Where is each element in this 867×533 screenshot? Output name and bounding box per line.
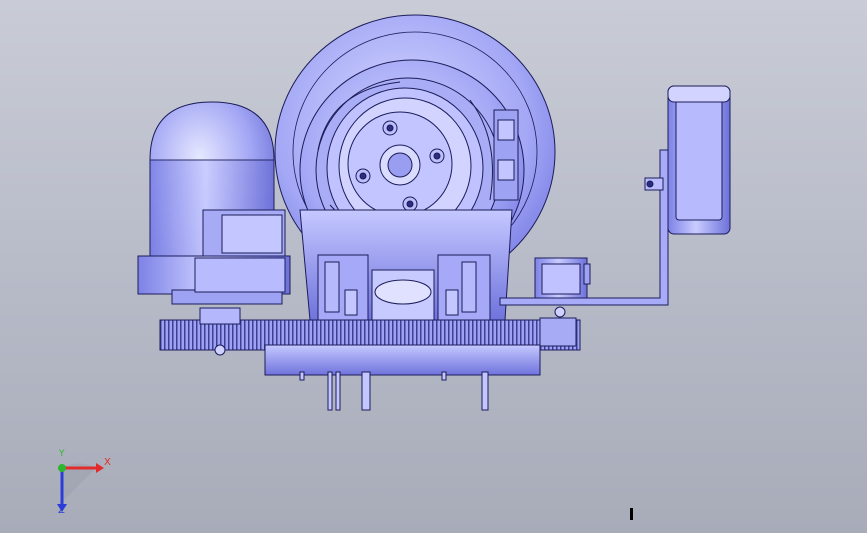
cad-model-assembly[interactable] bbox=[0, 0, 867, 533]
text-cursor-icon bbox=[630, 508, 633, 520]
axis-triad: X Y Z bbox=[40, 448, 120, 518]
motor-unit[interactable] bbox=[137, 101, 291, 305]
control-box[interactable] bbox=[667, 85, 731, 235]
mounting-pins[interactable] bbox=[299, 371, 489, 411]
gearbox-housing[interactable] bbox=[299, 209, 513, 321]
y-axis-dot-icon bbox=[58, 464, 66, 472]
sensor-block[interactable] bbox=[534, 257, 591, 301]
x-axis-label: X bbox=[104, 457, 111, 468]
z-axis-label: Z bbox=[58, 505, 65, 516]
graphics-viewport[interactable]: X Y Z bbox=[0, 0, 867, 533]
y-axis-label: Y bbox=[59, 449, 65, 459]
x-axis-arrow-icon bbox=[96, 463, 104, 473]
